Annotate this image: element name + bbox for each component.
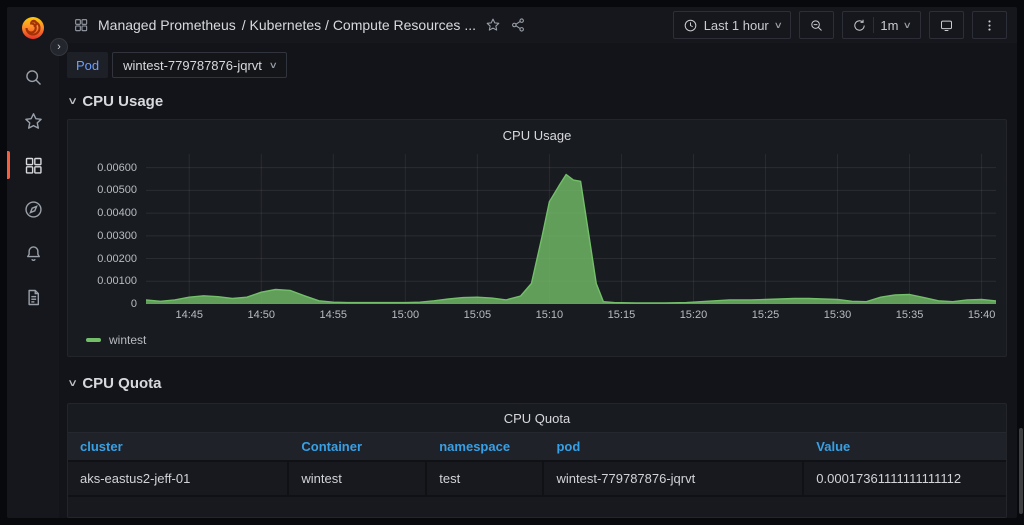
divider <box>873 17 875 33</box>
section-header-cpu-usage[interactable]: ∨ CPU Usage <box>67 89 1007 113</box>
chevron-down-icon: ∨ <box>67 95 79 107</box>
expand-sidebar-button[interactable]: › <box>50 38 68 56</box>
search-icon <box>25 69 41 85</box>
section-title: CPU Quota <box>82 374 162 392</box>
time-range-picker[interactable]: Last 1 hour ∨ <box>672 11 792 39</box>
table-empty-area <box>68 497 1006 517</box>
table-column-header-container[interactable]: Container <box>289 433 427 460</box>
plot-region[interactable] <box>146 154 996 304</box>
y-axis-tick-label: 0.00600 <box>97 161 137 174</box>
grafana-logo[interactable] <box>20 15 46 41</box>
y-axis-tick-label: 0.00500 <box>97 184 137 197</box>
sidebar-item-dashboards[interactable] <box>7 143 59 187</box>
y-axis-tick-label: 0.00300 <box>97 229 137 242</box>
sidebar-item-search[interactable] <box>7 55 59 99</box>
zoom-out-button[interactable] <box>799 11 835 39</box>
pod-variable-dropdown[interactable]: wintest-779787876-jqrvt ∨ <box>112 52 288 78</box>
x-axis-tick-label: 14:55 <box>319 309 348 321</box>
table-body: aks-eastus2-jeff-01 wintest test wintest-77… <box>68 460 1006 497</box>
x-axis-tick-label: 15:15 <box>607 309 636 321</box>
clock-icon <box>684 19 697 31</box>
y-axis: 0 0.00100 0.00200 0.00300 0.00400 0.00500 0.00… <box>78 154 146 310</box>
section-title: CPU Usage <box>82 92 164 110</box>
sidebar: › <box>7 7 68 518</box>
zoom-out-icon <box>811 19 823 31</box>
kiosk-mode-button[interactable] <box>929 11 964 39</box>
browser-frame: › Managed Prometheus / Kubernetes / Comp… <box>0 0 1024 525</box>
x-axis-tick-label: 15:05 <box>463 309 492 321</box>
sidebar-item-alerting[interactable] <box>7 231 59 275</box>
refresh-icon <box>854 19 866 31</box>
refresh-picker[interactable]: 1m ∨ <box>842 11 921 39</box>
legend-item-wintest[interactable]: wintest <box>86 330 996 350</box>
table-row: aks-eastus2-jeff-01 wintest test wintest-77… <box>68 460 1006 497</box>
sidebar-item-explore[interactable] <box>7 187 59 231</box>
dashboard-grid-icon <box>75 19 88 32</box>
chevron-down-icon: ∨ <box>773 19 783 30</box>
document-icon <box>27 289 39 305</box>
x-axis-tick-label: 14:45 <box>175 309 203 321</box>
x-axis: 14:45 14:50 14:55 15:00 15:05 15:10 15:15 15:20… <box>146 304 996 324</box>
x-axis-tick-label: 15:25 <box>751 309 780 321</box>
share-icon[interactable] <box>510 17 526 33</box>
kebab-menu-icon <box>988 19 991 31</box>
pod-variable-label: Pod <box>67 52 109 78</box>
chevron-down-icon: ∨ <box>67 377 79 389</box>
table-column-header-pod[interactable]: pod <box>544 433 804 460</box>
x-axis-tick-label: 15:10 <box>535 309 564 321</box>
panel-title[interactable]: CPU Quota <box>68 404 1006 432</box>
star-icon[interactable] <box>485 17 501 33</box>
x-axis-tick-label: 15:00 <box>391 309 420 321</box>
x-axis-tick-label: 15:35 <box>895 309 924 321</box>
refresh-interval-label: 1m <box>880 17 899 33</box>
pod-variable-value: wintest-779787876-jqrvt <box>123 57 262 73</box>
variable-filter-row: Pod wintest-779787876-jqrvt ∨ <box>67 51 1007 79</box>
panel-title[interactable]: CPU Usage <box>78 128 996 148</box>
table-cell: test <box>427 462 545 495</box>
y-axis-tick-label: 0.00200 <box>97 252 137 265</box>
y-axis-tick-label: 0.00100 <box>97 275 137 288</box>
dashboard-content: Pod wintest-779787876-jqrvt ∨ ∨ CPU Usag… <box>59 43 1017 518</box>
table-cell: aks-eastus2-jeff-01 <box>68 462 290 495</box>
table-cell: 0.00017361111111111112 <box>804 462 1006 495</box>
sidebar-item-starred[interactable] <box>7 99 59 143</box>
star-icon <box>24 112 42 129</box>
table-column-header-value[interactable]: Value <box>804 433 1006 460</box>
y-axis-tick-label: 0 <box>130 298 137 310</box>
dashboards-grid-icon <box>25 157 42 174</box>
main-area: Managed Prometheus / Kubernetes / Compute… <box>59 7 1017 518</box>
breadcrumb[interactable]: Managed Prometheus / Kubernetes / Compute… <box>98 17 476 33</box>
x-axis-tick-label: 14:50 <box>247 309 276 321</box>
monitor-icon <box>941 20 952 31</box>
more-options-button[interactable] <box>972 11 1007 39</box>
x-axis-tick-label: 15:40 <box>967 309 996 321</box>
top-navbar: Managed Prometheus / Kubernetes / Compute… <box>59 7 1017 43</box>
table-cell: wintest-779787876-jqrvt <box>544 462 805 495</box>
table-header-row: cluster Container namespace pod Value <box>68 432 1006 460</box>
chevron-down-icon: ∨ <box>268 59 278 70</box>
grafana-app: › Managed Prometheus / Kubernetes / Comp… <box>7 7 1017 518</box>
chart-area: 0 0.00100 0.00200 0.00300 0.00400 0.00500 0.00… <box>78 154 996 310</box>
table-column-header-namespace[interactable]: namespace <box>427 433 544 460</box>
section-header-cpu-quota[interactable]: ∨ CPU Quota <box>67 371 1007 395</box>
bell-icon <box>26 245 40 261</box>
x-axis-tick-label: 15:30 <box>823 309 852 321</box>
cpu-usage-chart[interactable] <box>146 154 996 304</box>
cpu-quota-panel: CPU Quota cluster Container namespace pod Va… <box>67 403 1007 518</box>
legend-label: wintest <box>109 333 147 347</box>
time-range-label: Last 1 hour <box>703 17 769 33</box>
compass-icon <box>24 200 42 218</box>
breadcrumb-path: / Kubernetes / Compute Resources ... <box>241 17 476 33</box>
sidebar-item-docs[interactable] <box>7 275 59 319</box>
cpu-usage-panel: CPU Usage 0 0.00100 0.00200 0.00300 0.00400 0… <box>67 119 1007 357</box>
table-column-header-cluster[interactable]: cluster <box>68 433 289 460</box>
legend-swatch <box>86 338 101 342</box>
chevron-down-icon: ∨ <box>903 19 913 30</box>
table-cell: wintest <box>289 462 428 495</box>
y-axis-tick-label: 0.00400 <box>97 207 137 220</box>
breadcrumb-root[interactable]: Managed Prometheus <box>98 17 236 33</box>
scrollbar-thumb[interactable] <box>1019 428 1023 514</box>
x-axis-tick-label: 15:20 <box>679 309 708 321</box>
